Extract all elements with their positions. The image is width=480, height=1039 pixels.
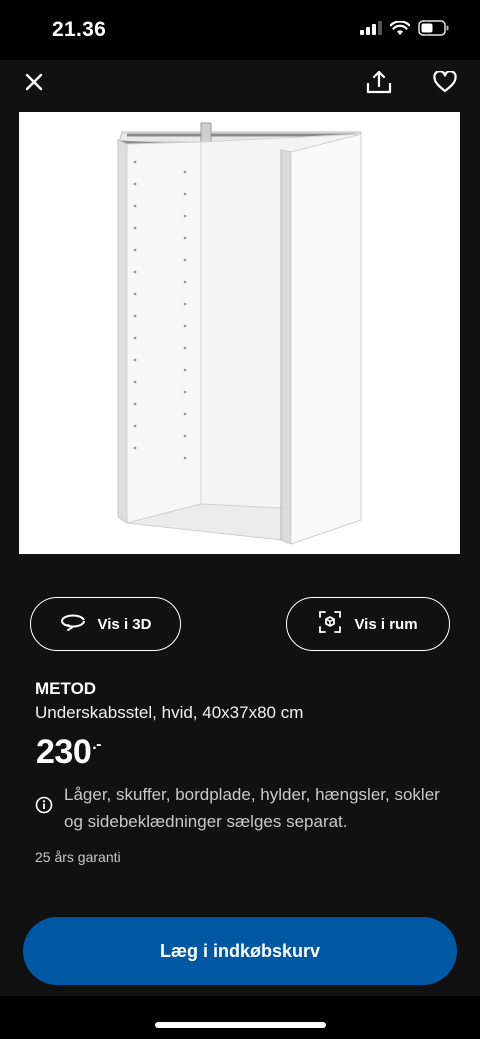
product-name: METOD [35,679,97,698]
add-to-cart-button[interactable]: Læg i indkøbskurv [23,917,457,985]
sold-separately-notice: Låger, skuffer, bordplade, hylder, hængs… [64,785,440,831]
share-button[interactable] [361,66,397,102]
price-value: 230 [36,733,92,771]
view-3d-label: Vis i 3D [97,615,152,633]
view-3d-button[interactable]: Vis i 3D [30,597,181,651]
ar-cube-icon [318,610,342,638]
signal-icon [360,21,382,40]
home-indicator[interactable] [155,1022,326,1028]
cabinet-illustration [117,122,362,545]
product-price: 230.- [36,733,102,772]
view-in-room-label: Vis i rum [354,615,418,633]
share-icon [366,70,392,99]
product-description: Underskabsstel, hvid, 40x37x80 cm [35,703,304,722]
status-time: 21.36 [52,18,107,41]
add-to-cart-label: Læg i indkøbskurv [159,940,321,961]
rotate-3d-icon [60,613,86,635]
status-icons [360,19,450,41]
battery-icon [418,20,450,41]
product-image[interactable] [19,112,460,554]
info-icon [35,796,53,819]
status-bar: 21.36 [0,0,480,60]
wifi-icon [389,19,411,41]
price-suffix: .- [92,736,102,753]
close-button[interactable] [16,66,52,102]
favorite-button[interactable] [427,66,463,102]
bottom-safe-area [0,996,480,1039]
close-icon [25,73,43,96]
view-in-room-button[interactable]: Vis i rum [286,597,450,651]
top-bar [0,60,480,112]
guarantee-text: 25 års garanti [35,849,121,865]
heart-icon [433,69,457,98]
